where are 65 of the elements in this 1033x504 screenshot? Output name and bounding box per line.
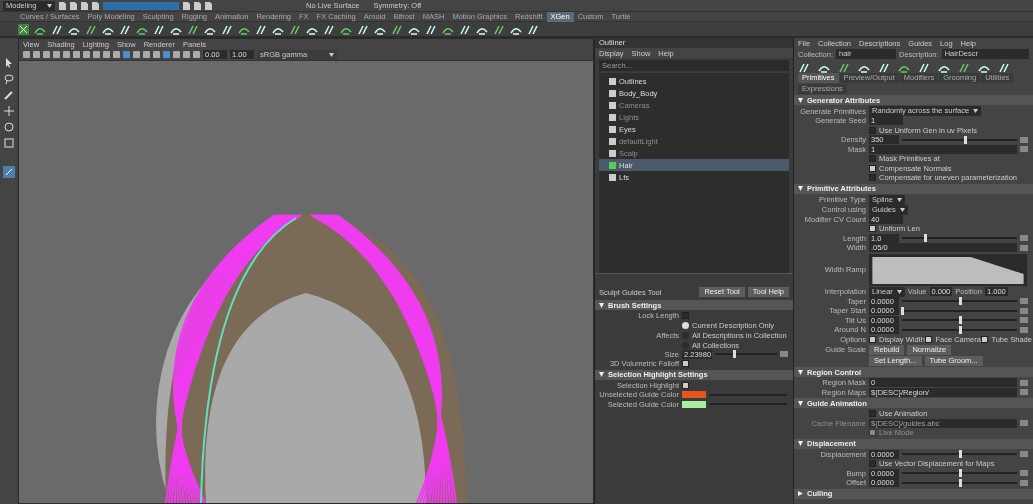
caret-icon: [329, 52, 334, 57]
checkbox[interactable]: [981, 335, 989, 343]
node-icon: [609, 173, 616, 181]
checkbox[interactable]: [682, 312, 689, 320]
slider-thumb[interactable]: [958, 325, 962, 334]
expand-arrow-icon: [798, 491, 803, 496]
expand-arrow-icon: [798, 441, 803, 446]
slider-track[interactable]: [902, 237, 1017, 240]
slider-thumb[interactable]: [958, 316, 962, 325]
checkbox[interactable]: [869, 174, 876, 182]
slider-track[interactable]: [902, 453, 1017, 456]
checkbox[interactable]: [869, 410, 876, 418]
sculpt-tool-icon[interactable]: [3, 166, 15, 178]
select-tool-icon[interactable]: [5, 58, 13, 68]
slider-track[interactable]: [902, 472, 1017, 475]
expand-arrow-icon: [599, 372, 604, 377]
slider-thumb[interactable]: [732, 350, 736, 359]
radio-button[interactable]: [682, 321, 689, 329]
checkbox[interactable]: [925, 335, 933, 343]
slider-thumb[interactable]: [958, 469, 962, 478]
checkbox[interactable]: [869, 164, 876, 172]
node-icon: [609, 125, 616, 133]
node-icon: [609, 113, 616, 121]
slider-thumb[interactable]: [901, 306, 904, 315]
color-swatch[interactable]: [682, 400, 706, 408]
slider-track[interactable]: [902, 328, 1017, 331]
scale-icon[interactable]: [4, 138, 14, 148]
lasso-icon[interactable]: [4, 74, 14, 84]
slider-thumb[interactable]: [958, 478, 962, 487]
checkbox[interactable]: [869, 225, 876, 233]
x-box-icon[interactable]: [18, 23, 29, 35]
checkbox[interactable]: [682, 381, 689, 389]
checkbox[interactable]: [869, 155, 876, 163]
color-swatch[interactable]: [682, 391, 706, 399]
node-icon: [609, 161, 616, 169]
node-icon: [609, 149, 616, 157]
checkbox[interactable]: [682, 360, 689, 368]
node-icon: [609, 101, 616, 109]
checkbox[interactable]: [869, 460, 876, 468]
move-icon[interactable]: [4, 106, 14, 116]
slider-track[interactable]: [902, 481, 1017, 484]
checkbox[interactable]: [869, 335, 876, 343]
caret-icon: [47, 3, 52, 8]
brush-icon[interactable]: [4, 90, 14, 100]
node-icon: [609, 89, 616, 97]
slider-thumb[interactable]: [958, 450, 962, 459]
checkbox[interactable]: [869, 126, 876, 134]
node-icon: [609, 77, 616, 85]
rotate-icon[interactable]: [4, 122, 14, 132]
caret-icon: [973, 109, 979, 113]
slider-track[interactable]: [902, 138, 1017, 141]
caret-icon: [896, 289, 902, 294]
expand-arrow-icon: [798, 186, 803, 191]
slider-track[interactable]: [902, 300, 1017, 303]
expand-arrow-icon: [798, 97, 803, 103]
slider-track[interactable]: [902, 309, 1017, 312]
slider-thumb[interactable]: [964, 135, 968, 144]
slider-track[interactable]: [902, 319, 1017, 322]
expand-arrow-icon: [798, 400, 803, 406]
slider-thumb[interactable]: [924, 234, 927, 243]
node-icon: [609, 137, 616, 145]
ramp-graph[interactable]: [869, 253, 1027, 286]
expand-arrow-icon: [599, 302, 604, 308]
slider-thumb[interactable]: [958, 297, 962, 306]
expand-arrow-icon: [798, 369, 803, 375]
